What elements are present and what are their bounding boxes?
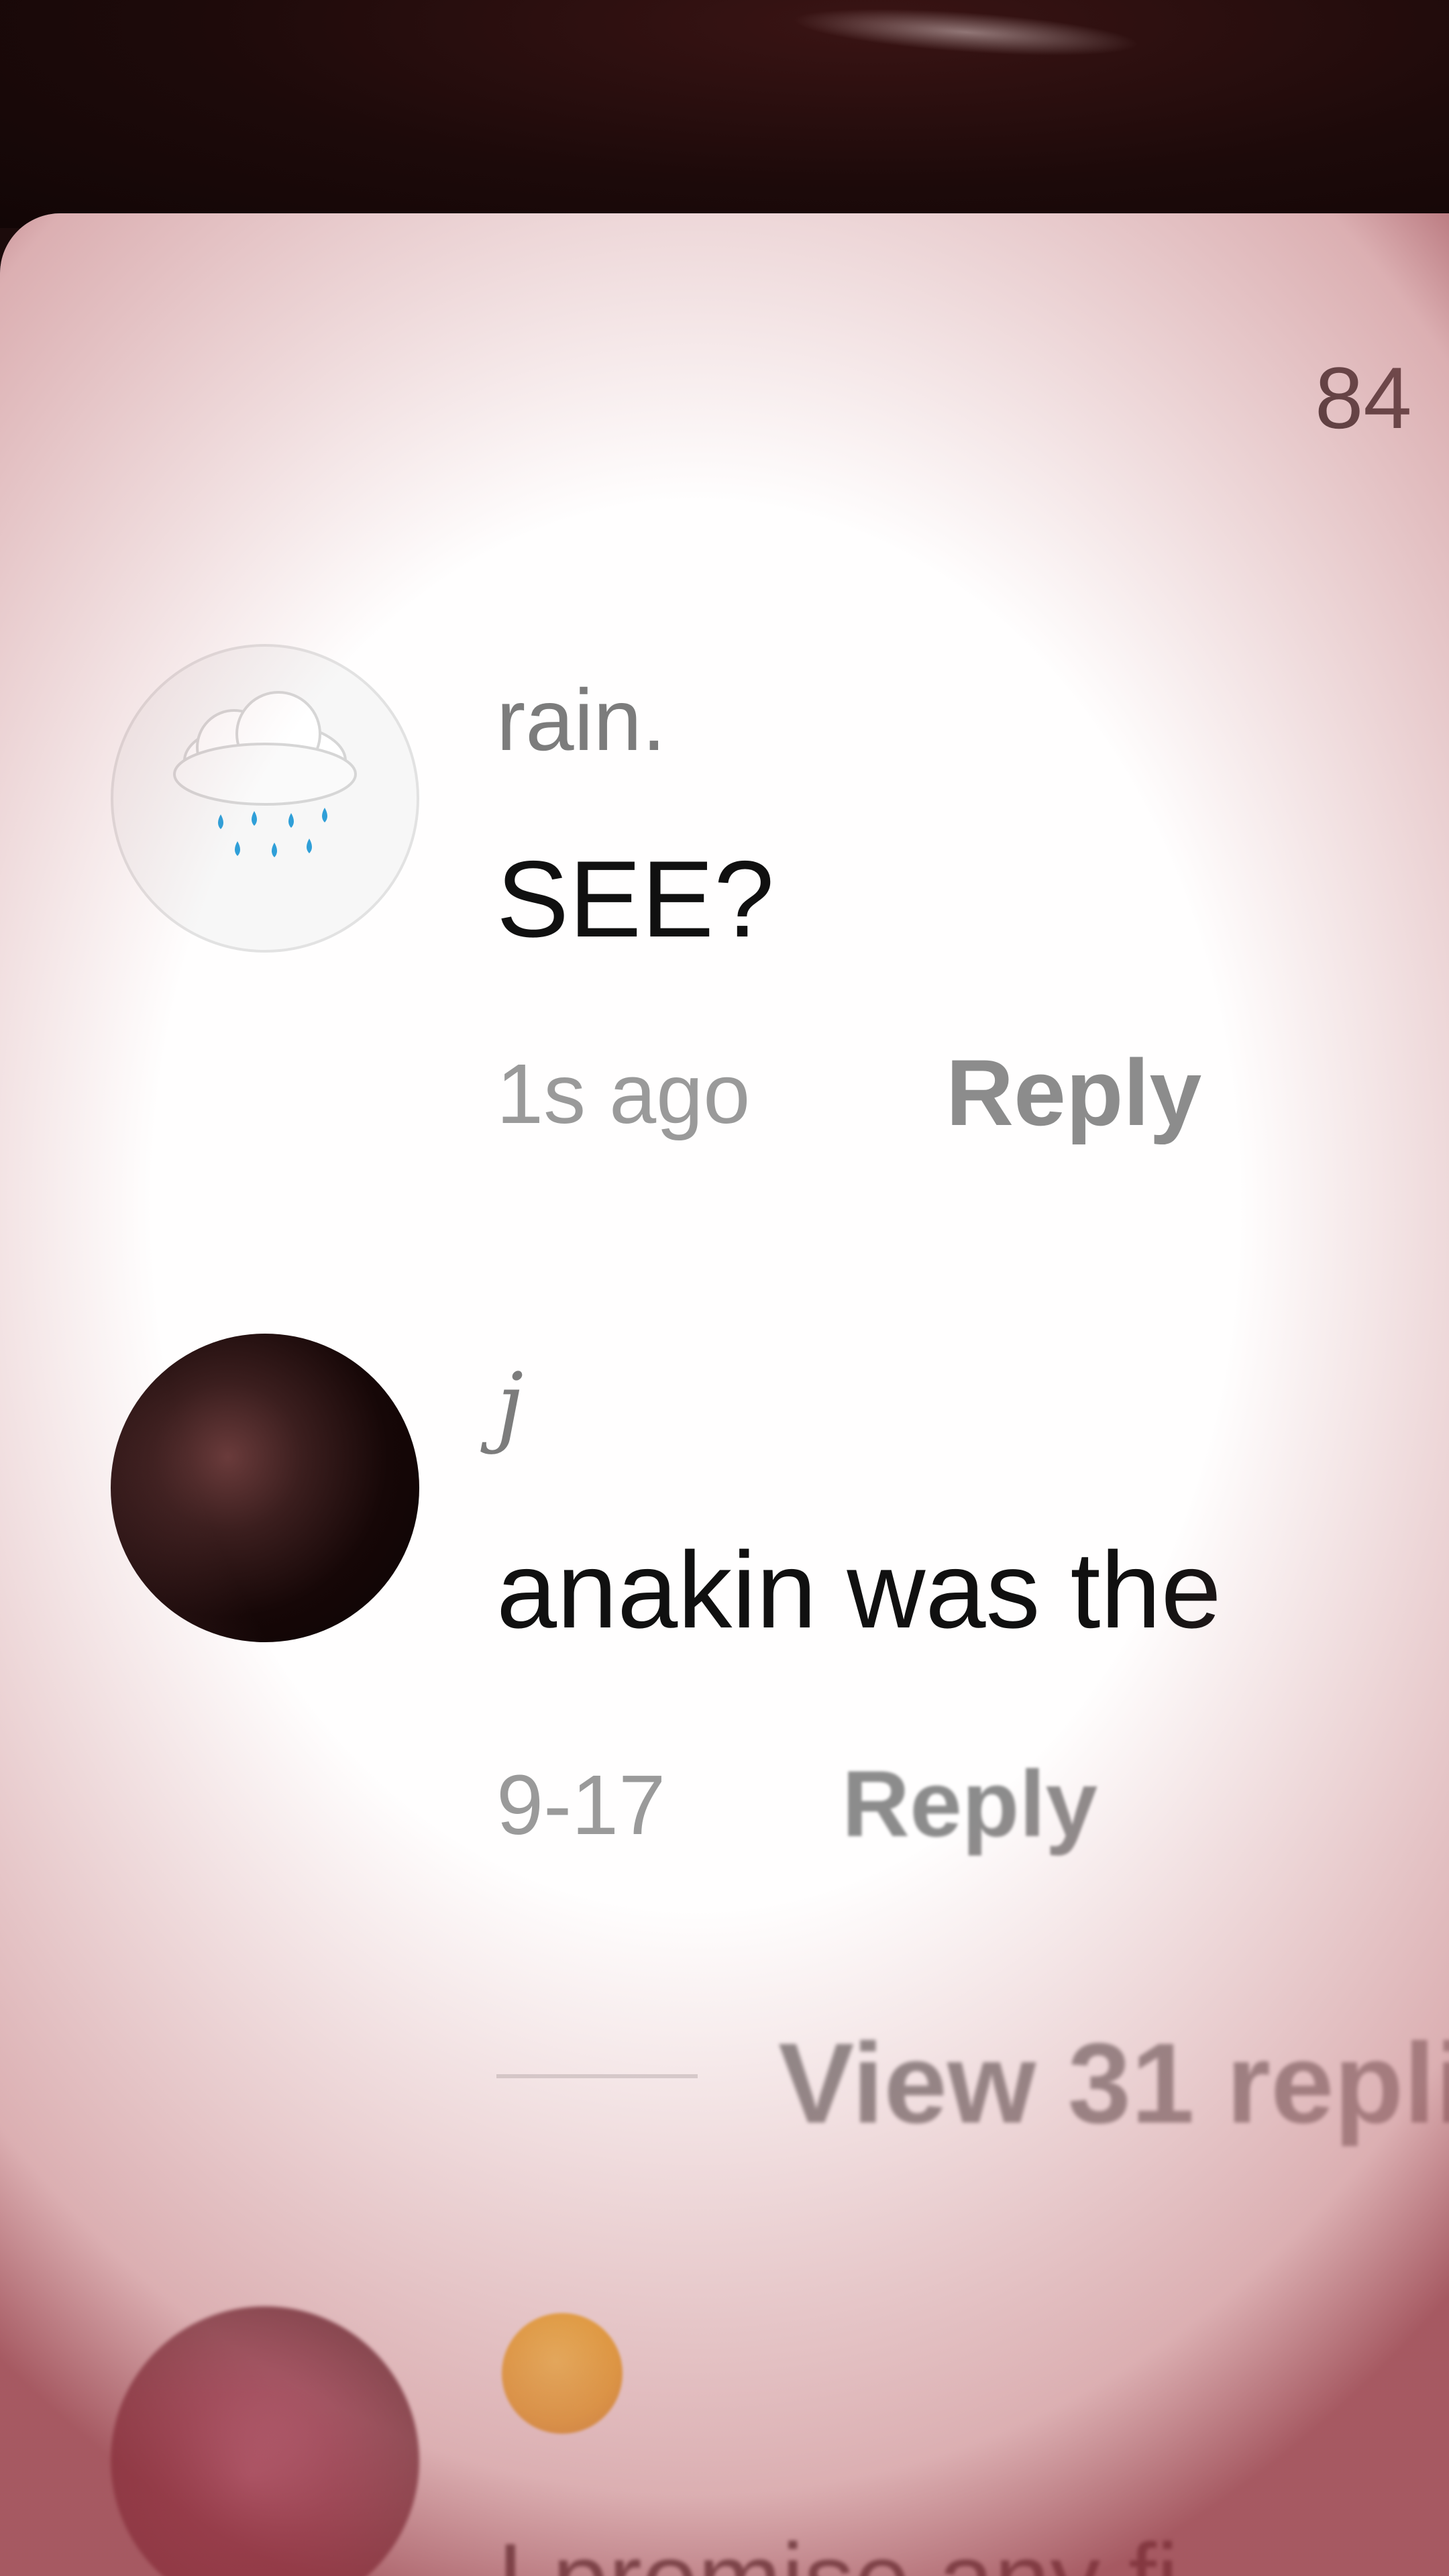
comment-text: anakin was the (496, 1529, 1222, 1651)
background-glint (790, 0, 1142, 65)
reply-button[interactable]: Reply (946, 1038, 1201, 1147)
rain-cloud-icon (173, 691, 357, 857)
view-replies-button[interactable]: View 31 repli (496, 2018, 1449, 2147)
comment-count: 84 (1315, 349, 1412, 447)
avatar[interactable] (111, 1334, 419, 1642)
avatar[interactable] (111, 2306, 419, 2576)
replies-divider (496, 2074, 698, 2078)
comments-sheet: 84 rain. SEE? 1s ago Reply j anakin was … (0, 213, 1449, 2576)
comment-timestamp: 9-17 (496, 1758, 666, 1852)
reply-button[interactable]: Reply (842, 1750, 1097, 1858)
comment-timestamp: 1s ago (496, 1046, 751, 1141)
comment-username[interactable]: j (496, 1354, 523, 1456)
comment-text: SEE? (496, 839, 775, 960)
comment-username[interactable]: rain. (496, 669, 666, 770)
crying-face-icon (502, 2313, 623, 2434)
video-background (0, 0, 1449, 228)
view-replies-label: View 31 repli (778, 2020, 1449, 2147)
comment-text: I promise any fi (496, 2521, 1179, 2576)
avatar[interactable] (111, 644, 419, 953)
